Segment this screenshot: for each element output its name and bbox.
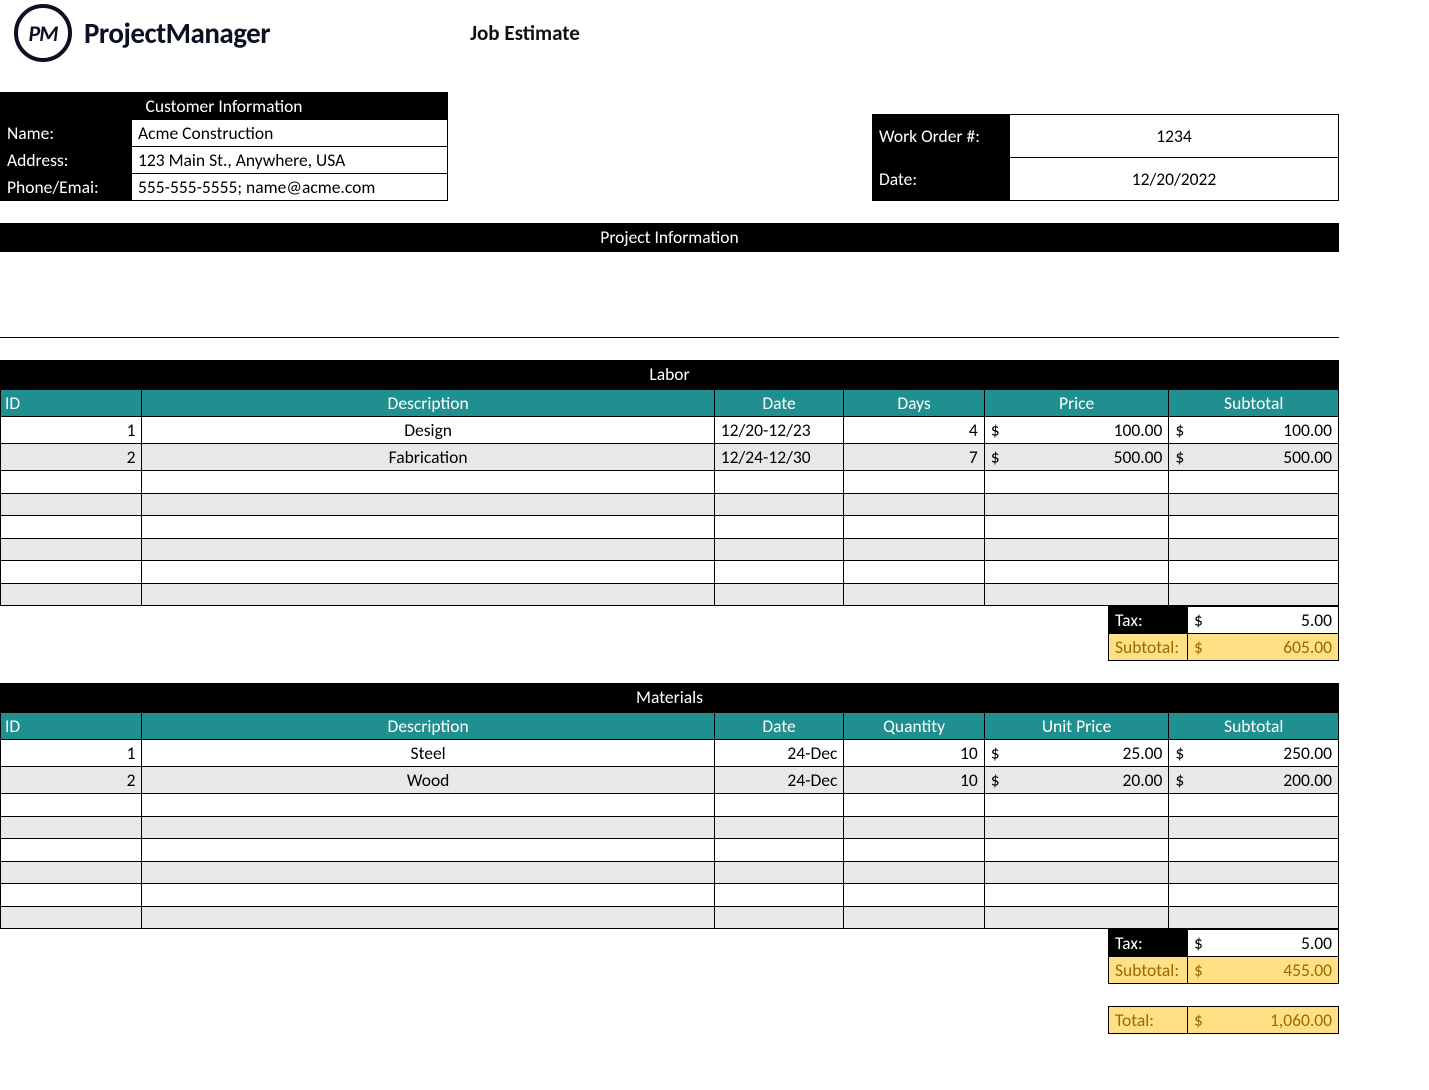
materials-summary: Tax: $5.00 Subtotal: $455.00 [1108,929,1339,984]
customer-contact-label: Phone/Emai: [1,174,132,201]
labor-col-subtotal: Subtotal [1169,390,1339,417]
table-row[interactable] [1,861,1339,884]
page-title: Job Estimate [470,20,580,46]
cell-date[interactable]: 24-Dec [714,767,844,794]
cell-quantity[interactable]: 10 [844,740,984,767]
customer-name-value[interactable]: Acme Construction [132,120,448,147]
labor-subtotal-label: Subtotal: [1109,634,1188,661]
customer-address-label: Address: [1,147,132,174]
project-info-header: Project Information [0,223,1339,252]
labor-col-description: Description [142,390,714,417]
cell-subtotal[interactable]: $500.00 [1169,444,1339,471]
work-order-value[interactable]: 1234 [1010,115,1339,158]
cell-id[interactable]: 1 [1,417,142,444]
document-header: PM ProjectManager Job Estimate [0,0,1339,72]
customer-name-label: Name: [1,120,132,147]
cell-price[interactable]: $100.00 [984,417,1169,444]
table-row[interactable]: 1 Design 12/20-12/23 4 $100.00 $100.00 [1,417,1339,444]
table-row[interactable] [1,493,1339,516]
labor-summary: Tax: $5.00 Subtotal: $605.00 [1108,606,1339,661]
cell-quantity[interactable]: 10 [844,767,984,794]
cell-days[interactable]: 4 [844,417,984,444]
table-row[interactable] [1,516,1339,539]
materials-subtotal-label: Subtotal: [1109,957,1188,984]
materials-tax-label: Tax: [1109,930,1188,957]
materials-tax-value[interactable]: $5.00 [1188,930,1339,957]
labor-table: ID Description Date Days Price Subtotal … [0,389,1339,606]
materials-col-quantity: Quantity [844,713,984,740]
labor-col-date: Date [714,390,844,417]
materials-col-unitprice: Unit Price [984,713,1169,740]
grand-total-value: $1,060.00 [1188,1007,1339,1034]
table-row[interactable]: 1 Steel 24-Dec 10 $25.00 $250.00 [1,740,1339,767]
labor-tax-value[interactable]: $5.00 [1188,607,1339,634]
grand-total: Total: $1,060.00 [1108,1006,1339,1034]
cell-description[interactable]: Fabrication [142,444,714,471]
table-row[interactable] [1,839,1339,862]
table-row[interactable] [1,561,1339,584]
table-row[interactable] [1,884,1339,907]
materials-col-id: ID [1,713,142,740]
cell-subtotal[interactable]: $200.00 [1169,767,1339,794]
cell-days[interactable]: 7 [844,444,984,471]
cell-subtotal[interactable]: $250.00 [1169,740,1339,767]
order-info-table: Work Order #: 1234 Date: 12/20/2022 [872,114,1339,201]
order-date-label: Date: [873,158,1010,201]
labor-tax-label: Tax: [1109,607,1188,634]
cell-id[interactable]: 2 [1,444,142,471]
project-info-body[interactable] [0,252,1339,338]
grand-total-label: Total: [1109,1007,1188,1034]
materials-col-subtotal: Subtotal [1169,713,1339,740]
labor-col-id: ID [1,390,142,417]
cell-date[interactable]: 12/24-12/30 [714,444,844,471]
materials-col-description: Description [142,713,714,740]
table-row[interactable] [1,906,1339,929]
order-date-value[interactable]: 12/20/2022 [1010,158,1339,201]
cell-price[interactable]: $500.00 [984,444,1169,471]
table-row[interactable] [1,816,1339,839]
cell-description[interactable]: Design [142,417,714,444]
table-row[interactable] [1,583,1339,606]
cell-unitprice[interactable]: $20.00 [984,767,1169,794]
materials-col-date: Date [714,713,844,740]
table-row[interactable] [1,538,1339,561]
cell-id[interactable]: 2 [1,767,142,794]
labor-subtotal-value: $605.00 [1188,634,1339,661]
table-row[interactable] [1,471,1339,494]
cell-description[interactable]: Steel [142,740,714,767]
materials-subtotal-value: $455.00 [1188,957,1339,984]
labor-header: Labor [0,360,1339,389]
cell-date[interactable]: 24-Dec [714,740,844,767]
cell-unitprice[interactable]: $25.00 [984,740,1169,767]
logo-text: ProjectManager [84,15,270,51]
customer-address-value[interactable]: 123 Main St., Anywhere, USA [132,147,448,174]
labor-col-price: Price [984,390,1169,417]
table-row[interactable]: 2 Wood 24-Dec 10 $20.00 $200.00 [1,767,1339,794]
cell-subtotal[interactable]: $100.00 [1169,417,1339,444]
cell-date[interactable]: 12/20-12/23 [714,417,844,444]
table-row[interactable] [1,794,1339,817]
customer-contact-value[interactable]: 555-555-5555; name@acme.com [132,174,448,201]
materials-table: ID Description Date Quantity Unit Price … [0,712,1339,929]
cell-description[interactable]: Wood [142,767,714,794]
logo-badge-icon: PM [14,4,72,62]
cell-id[interactable]: 1 [1,740,142,767]
customer-info-header: Customer Information [1,93,448,120]
table-row[interactable]: 2 Fabrication 12/24-12/30 7 $500.00 $500… [1,444,1339,471]
labor-col-days: Days [844,390,984,417]
materials-header: Materials [0,683,1339,712]
customer-info-table: Customer Information Name: Acme Construc… [0,92,448,201]
logo: PM ProjectManager [14,4,270,62]
work-order-label: Work Order #: [873,115,1010,158]
